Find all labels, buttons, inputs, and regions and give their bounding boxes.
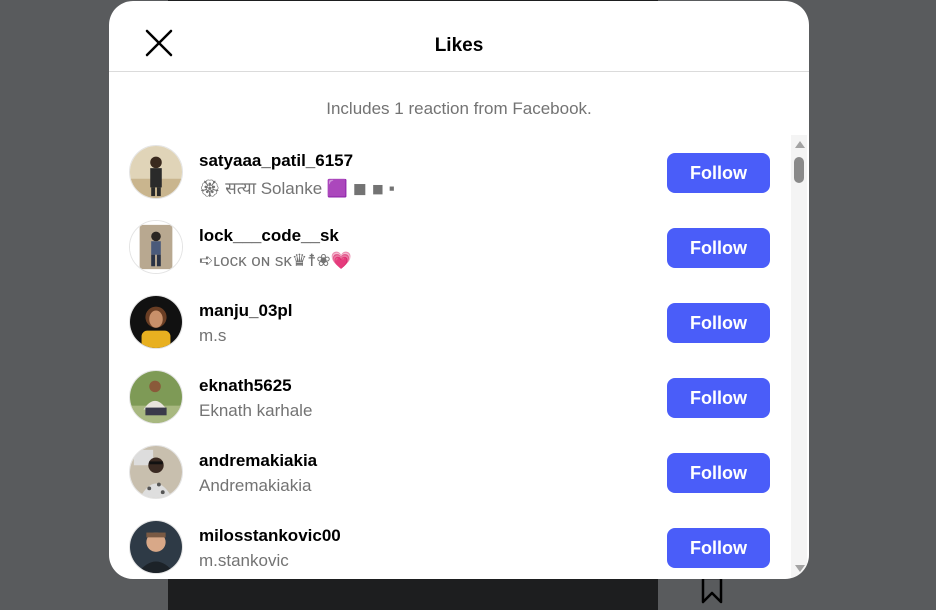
- list-item: milosstankovic00 m.stankovic Follow: [109, 510, 789, 579]
- avatar[interactable]: [129, 370, 183, 424]
- facebook-reactions-note: Includes 1 reaction from Facebook.: [326, 99, 592, 118]
- dialog-header: Likes: [109, 1, 809, 72]
- avatar[interactable]: [129, 145, 183, 199]
- username[interactable]: eknath5625: [199, 376, 292, 396]
- follow-button[interactable]: Follow: [667, 453, 770, 493]
- likes-dialog: Likes Includes 1 reaction from Facebook.…: [109, 1, 809, 579]
- follow-button[interactable]: Follow: [667, 378, 770, 418]
- scroll-up-arrow-icon[interactable]: [795, 141, 805, 148]
- scrollbar[interactable]: [791, 135, 807, 579]
- follow-button[interactable]: Follow: [667, 153, 770, 193]
- username[interactable]: manju_03pl: [199, 301, 293, 321]
- follow-button[interactable]: Follow: [667, 303, 770, 343]
- list-item: andremakiakia Andremakiakia Follow: [109, 435, 789, 510]
- avatar[interactable]: [129, 220, 183, 274]
- follow-button[interactable]: Follow: [667, 228, 770, 268]
- list-item: eknath5625 Eknath karhale Follow: [109, 360, 789, 435]
- username[interactable]: andremakiakia: [199, 451, 317, 471]
- bookmark-icon[interactable]: [698, 576, 726, 604]
- full-name: 🏵 सत्या Solanke 🟪 ◼ ◾ ▪: [199, 179, 395, 198]
- username[interactable]: milosstankovic00: [199, 526, 341, 546]
- likes-list: satyaaa_patil_6157 🏵 सत्या Solanke 🟪 ◼ ◾…: [109, 135, 789, 579]
- list-item: satyaaa_patil_6157 🏵 सत्या Solanke 🟪 ◼ ◾…: [109, 135, 789, 210]
- full-name: Andremakiakia: [199, 476, 312, 495]
- dialog-title: Likes: [434, 35, 484, 56]
- list-item: lock___code__sk ➪ʟᴏᴄᴋ ᴏɴ sᴋ♛☨❀💗 Follow: [109, 210, 789, 285]
- avatar[interactable]: [129, 520, 183, 574]
- scroll-down-arrow-icon[interactable]: [795, 565, 805, 572]
- username[interactable]: lock___code__sk: [199, 226, 339, 246]
- full-name: m.s: [199, 326, 227, 345]
- full-name: m.stankovic: [199, 551, 289, 570]
- full-name: ➪ʟᴏᴄᴋ ᴏɴ sᴋ♛☨❀💗: [199, 251, 352, 270]
- username[interactable]: satyaaa_patil_6157: [199, 151, 353, 171]
- list-item: manju_03pl m.s Follow: [109, 285, 789, 360]
- follow-button[interactable]: Follow: [667, 528, 770, 568]
- full-name: Eknath karhale: [199, 401, 313, 420]
- scroll-thumb[interactable]: [794, 157, 804, 183]
- avatar[interactable]: [129, 295, 183, 349]
- avatar[interactable]: [129, 445, 183, 499]
